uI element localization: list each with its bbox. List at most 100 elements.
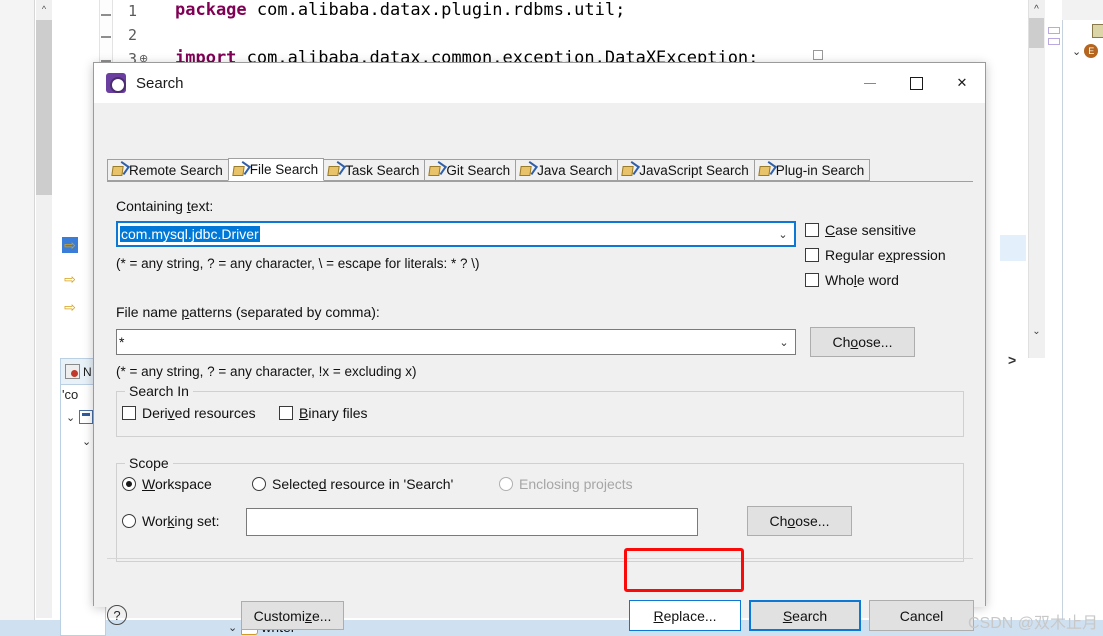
minimap-box-icon: [1048, 38, 1060, 45]
tab-remote-search[interactable]: Remote Search: [107, 159, 229, 181]
checkbox-label: Whole word: [825, 272, 899, 288]
tab-label: Git Search: [446, 163, 510, 178]
tab-label: Task Search: [345, 163, 419, 178]
dialog-title: Search: [136, 75, 184, 92]
file-patterns-hint: (* = any string, ? = any character, !x =…: [116, 364, 417, 379]
task-arrow-marker[interactable]: ⇨: [62, 271, 78, 287]
footer-divider: [107, 558, 973, 559]
search-dialog-icon: [106, 73, 126, 93]
outline-item[interactable]: ⌄ E: [1072, 44, 1098, 58]
editor-left-scroll-up[interactable]: ^: [36, 0, 52, 18]
screen-root: ^ 1 2 3 ⊕ package com.alibaba.datax.plug…: [0, 0, 1103, 636]
whole-word-checkbox[interactable]: Whole word: [805, 272, 899, 288]
package-explorer-icon: [65, 364, 80, 379]
outline-item[interactable]: [1092, 24, 1103, 38]
editor-right-scrollbar[interactable]: [1028, 0, 1045, 358]
working-set-choose-button[interactable]: Choose...: [747, 506, 852, 536]
scroll-down-icon[interactable]: ⌄: [1028, 322, 1045, 340]
maximize-button[interactable]: [893, 63, 939, 103]
working-set-input[interactable]: [246, 508, 698, 536]
tab-javascript-search[interactable]: JavaScript Search: [617, 159, 755, 181]
radio-button[interactable]: [499, 477, 513, 491]
file-patterns-label: File name patterns (separated by comma):: [116, 304, 380, 320]
regular-expression-checkbox[interactable]: Regular expression: [805, 247, 946, 263]
containing-text-value: com.mysql.jdbc.Driver: [120, 226, 260, 242]
tab-label: JavaScript Search: [639, 163, 749, 178]
tab-git-search[interactable]: Git Search: [424, 159, 516, 181]
tab-java-search[interactable]: Java Search: [515, 159, 618, 181]
scope-enclosing-projects-radio[interactable]: Enclosing projects: [499, 476, 633, 492]
search-dialog[interactable]: Search ✕ Remote Search File Search: [93, 62, 986, 606]
chevron-down-icon[interactable]: ⌄: [82, 435, 91, 448]
cancel-button[interactable]: Cancel: [869, 600, 974, 631]
code-collapse-box[interactable]: [813, 50, 823, 60]
file-patterns-input[interactable]: *: [117, 334, 773, 350]
expand-more-icon[interactable]: >: [1008, 352, 1016, 368]
help-icon[interactable]: ?: [107, 605, 127, 625]
outline-panel[interactable]: [1062, 0, 1103, 620]
radio-button[interactable]: [252, 477, 266, 491]
close-button[interactable]: ✕: [939, 63, 985, 103]
containing-text-input[interactable]: com.mysql.jdbc.Driver: [118, 226, 772, 242]
containing-text-label: Containing text:: [116, 198, 213, 214]
case-sensitive-checkbox[interactable]: Case sensitive: [805, 222, 916, 238]
scope-selected-resource-radio[interactable]: Selected resource in 'Search': [252, 476, 453, 492]
chevron-down-icon[interactable]: ⌄: [66, 411, 75, 424]
minimize-icon: [864, 83, 876, 84]
checkbox-box[interactable]: [122, 406, 136, 420]
checkbox-label: Regular expression: [825, 247, 946, 263]
tree-item[interactable]: ⌄: [82, 435, 91, 448]
editor-selection-strip: [1000, 235, 1026, 261]
derived-resources-checkbox[interactable]: Derived resources: [122, 405, 256, 421]
checkbox-box[interactable]: [279, 406, 293, 420]
chevron-down-icon[interactable]: ⌄: [773, 336, 795, 349]
scroll-up-icon[interactable]: ^: [1028, 0, 1045, 18]
minimize-button[interactable]: [847, 63, 893, 103]
customize-button[interactable]: Customize...: [241, 601, 344, 630]
file-search-form: Containing text: com.mysql.jdbc.Driver ⌄…: [107, 182, 973, 618]
close-icon: ✕: [957, 75, 968, 91]
binary-files-checkbox[interactable]: Binary files: [279, 405, 367, 421]
radio-button[interactable]: [122, 477, 136, 491]
tab-task-search[interactable]: Task Search: [323, 159, 425, 181]
checkbox-box[interactable]: [805, 248, 819, 262]
task-arrow-marker[interactable]: ⇨: [62, 237, 78, 253]
radio-label: Workspace: [142, 476, 212, 492]
checkbox-box[interactable]: [805, 223, 819, 237]
minimap-box-icon: [1048, 27, 1060, 34]
dialog-body: Remote Search File Search Task Search Gi…: [94, 103, 985, 607]
editor-right-scroll-thumb[interactable]: [1029, 18, 1044, 48]
scope-workspace-radio[interactable]: Workspace: [122, 476, 212, 492]
search-tab-icon: [233, 163, 247, 177]
chevron-down-icon[interactable]: ⌄: [772, 228, 794, 241]
scope-working-set-radio[interactable]: Working set:: [122, 513, 220, 529]
search-tabs: Remote Search File Search Task Search Gi…: [107, 159, 973, 182]
replace-button[interactable]: Replace...: [629, 600, 741, 631]
task-arrow-marker[interactable]: ⇨: [62, 299, 78, 315]
chevron-down-icon[interactable]: ⌄: [1072, 45, 1081, 58]
watermark: CSDN @双木止月: [968, 609, 1098, 633]
checkbox-box[interactable]: [805, 273, 819, 287]
search-tab-icon: [622, 163, 636, 177]
file-patterns-combo[interactable]: * ⌄: [116, 329, 796, 355]
checkbox-label: Derived resources: [142, 405, 256, 421]
editor-left-scroll-thumb[interactable]: [36, 20, 52, 195]
tab-label: File Search: [250, 162, 318, 177]
tab-label: Java Search: [537, 163, 612, 178]
line-number: 2: [113, 26, 137, 44]
tab-file-search[interactable]: File Search: [228, 158, 324, 181]
file-patterns-choose-button[interactable]: Choose...: [810, 327, 915, 357]
chevron-down-icon[interactable]: ⌄: [228, 621, 237, 634]
tab-plugin-search[interactable]: Plug-in Search: [754, 159, 871, 181]
search-button[interactable]: Search: [749, 600, 861, 631]
containing-text-combo[interactable]: com.mysql.jdbc.Driver ⌄: [116, 221, 796, 247]
radio-label: Selected resource in 'Search': [272, 476, 453, 492]
tab-label: Plug-in Search: [776, 163, 865, 178]
radio-button[interactable]: [122, 514, 136, 528]
radio-label: Working set:: [142, 513, 220, 529]
jar-icon: [1092, 24, 1103, 38]
tree-item[interactable]: ⌄: [66, 410, 93, 424]
search-in-group-title: Search In: [125, 383, 193, 399]
dialog-title-bar[interactable]: Search ✕: [94, 63, 985, 103]
line-number: 1: [113, 2, 137, 20]
